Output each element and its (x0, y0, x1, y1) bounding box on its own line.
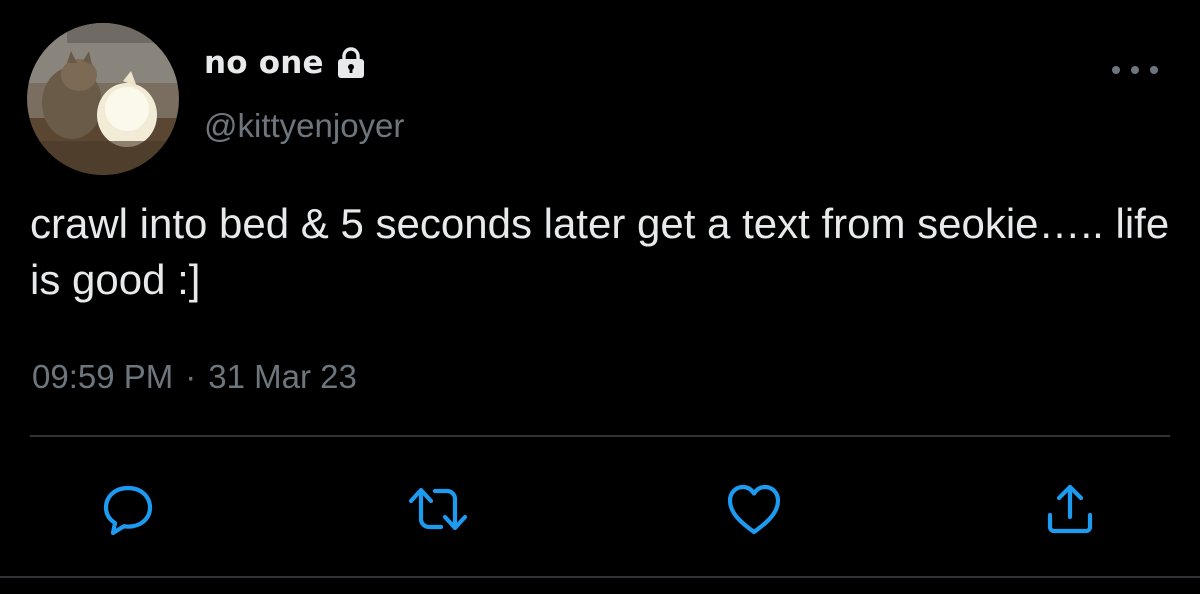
meta-separator: · (185, 358, 197, 395)
like-button[interactable] (723, 478, 785, 540)
user-handle[interactable]: @kittyenjoyer (204, 107, 404, 145)
retweet-icon (408, 487, 468, 531)
reply-button[interactable] (97, 478, 159, 540)
retweet-button[interactable] (407, 478, 469, 540)
more-dot (1131, 66, 1139, 74)
tweet-timestamp[interactable]: 09:59 PM · 31 Mar 23 (32, 358, 357, 396)
display-name[interactable]: no one (204, 45, 324, 81)
reply-icon (103, 485, 153, 536)
bottom-divider (0, 576, 1200, 578)
tweet-time: 09:59 PM (32, 358, 174, 395)
tweet-date: 31 Mar 23 (208, 358, 357, 395)
more-dot (1112, 66, 1120, 74)
more-dot (1150, 66, 1158, 74)
heart-icon (727, 484, 781, 535)
avatar-image (27, 23, 179, 175)
share-button[interactable] (1039, 478, 1101, 540)
lock-icon (334, 46, 368, 80)
display-name-row: no one (204, 42, 368, 84)
more-icon[interactable] (1112, 58, 1158, 82)
tweet-text: crawl into bed & 5 seconds later get a t… (30, 200, 1181, 303)
avatar[interactable] (27, 23, 179, 175)
divider (30, 435, 1170, 437)
share-icon (1047, 484, 1093, 534)
